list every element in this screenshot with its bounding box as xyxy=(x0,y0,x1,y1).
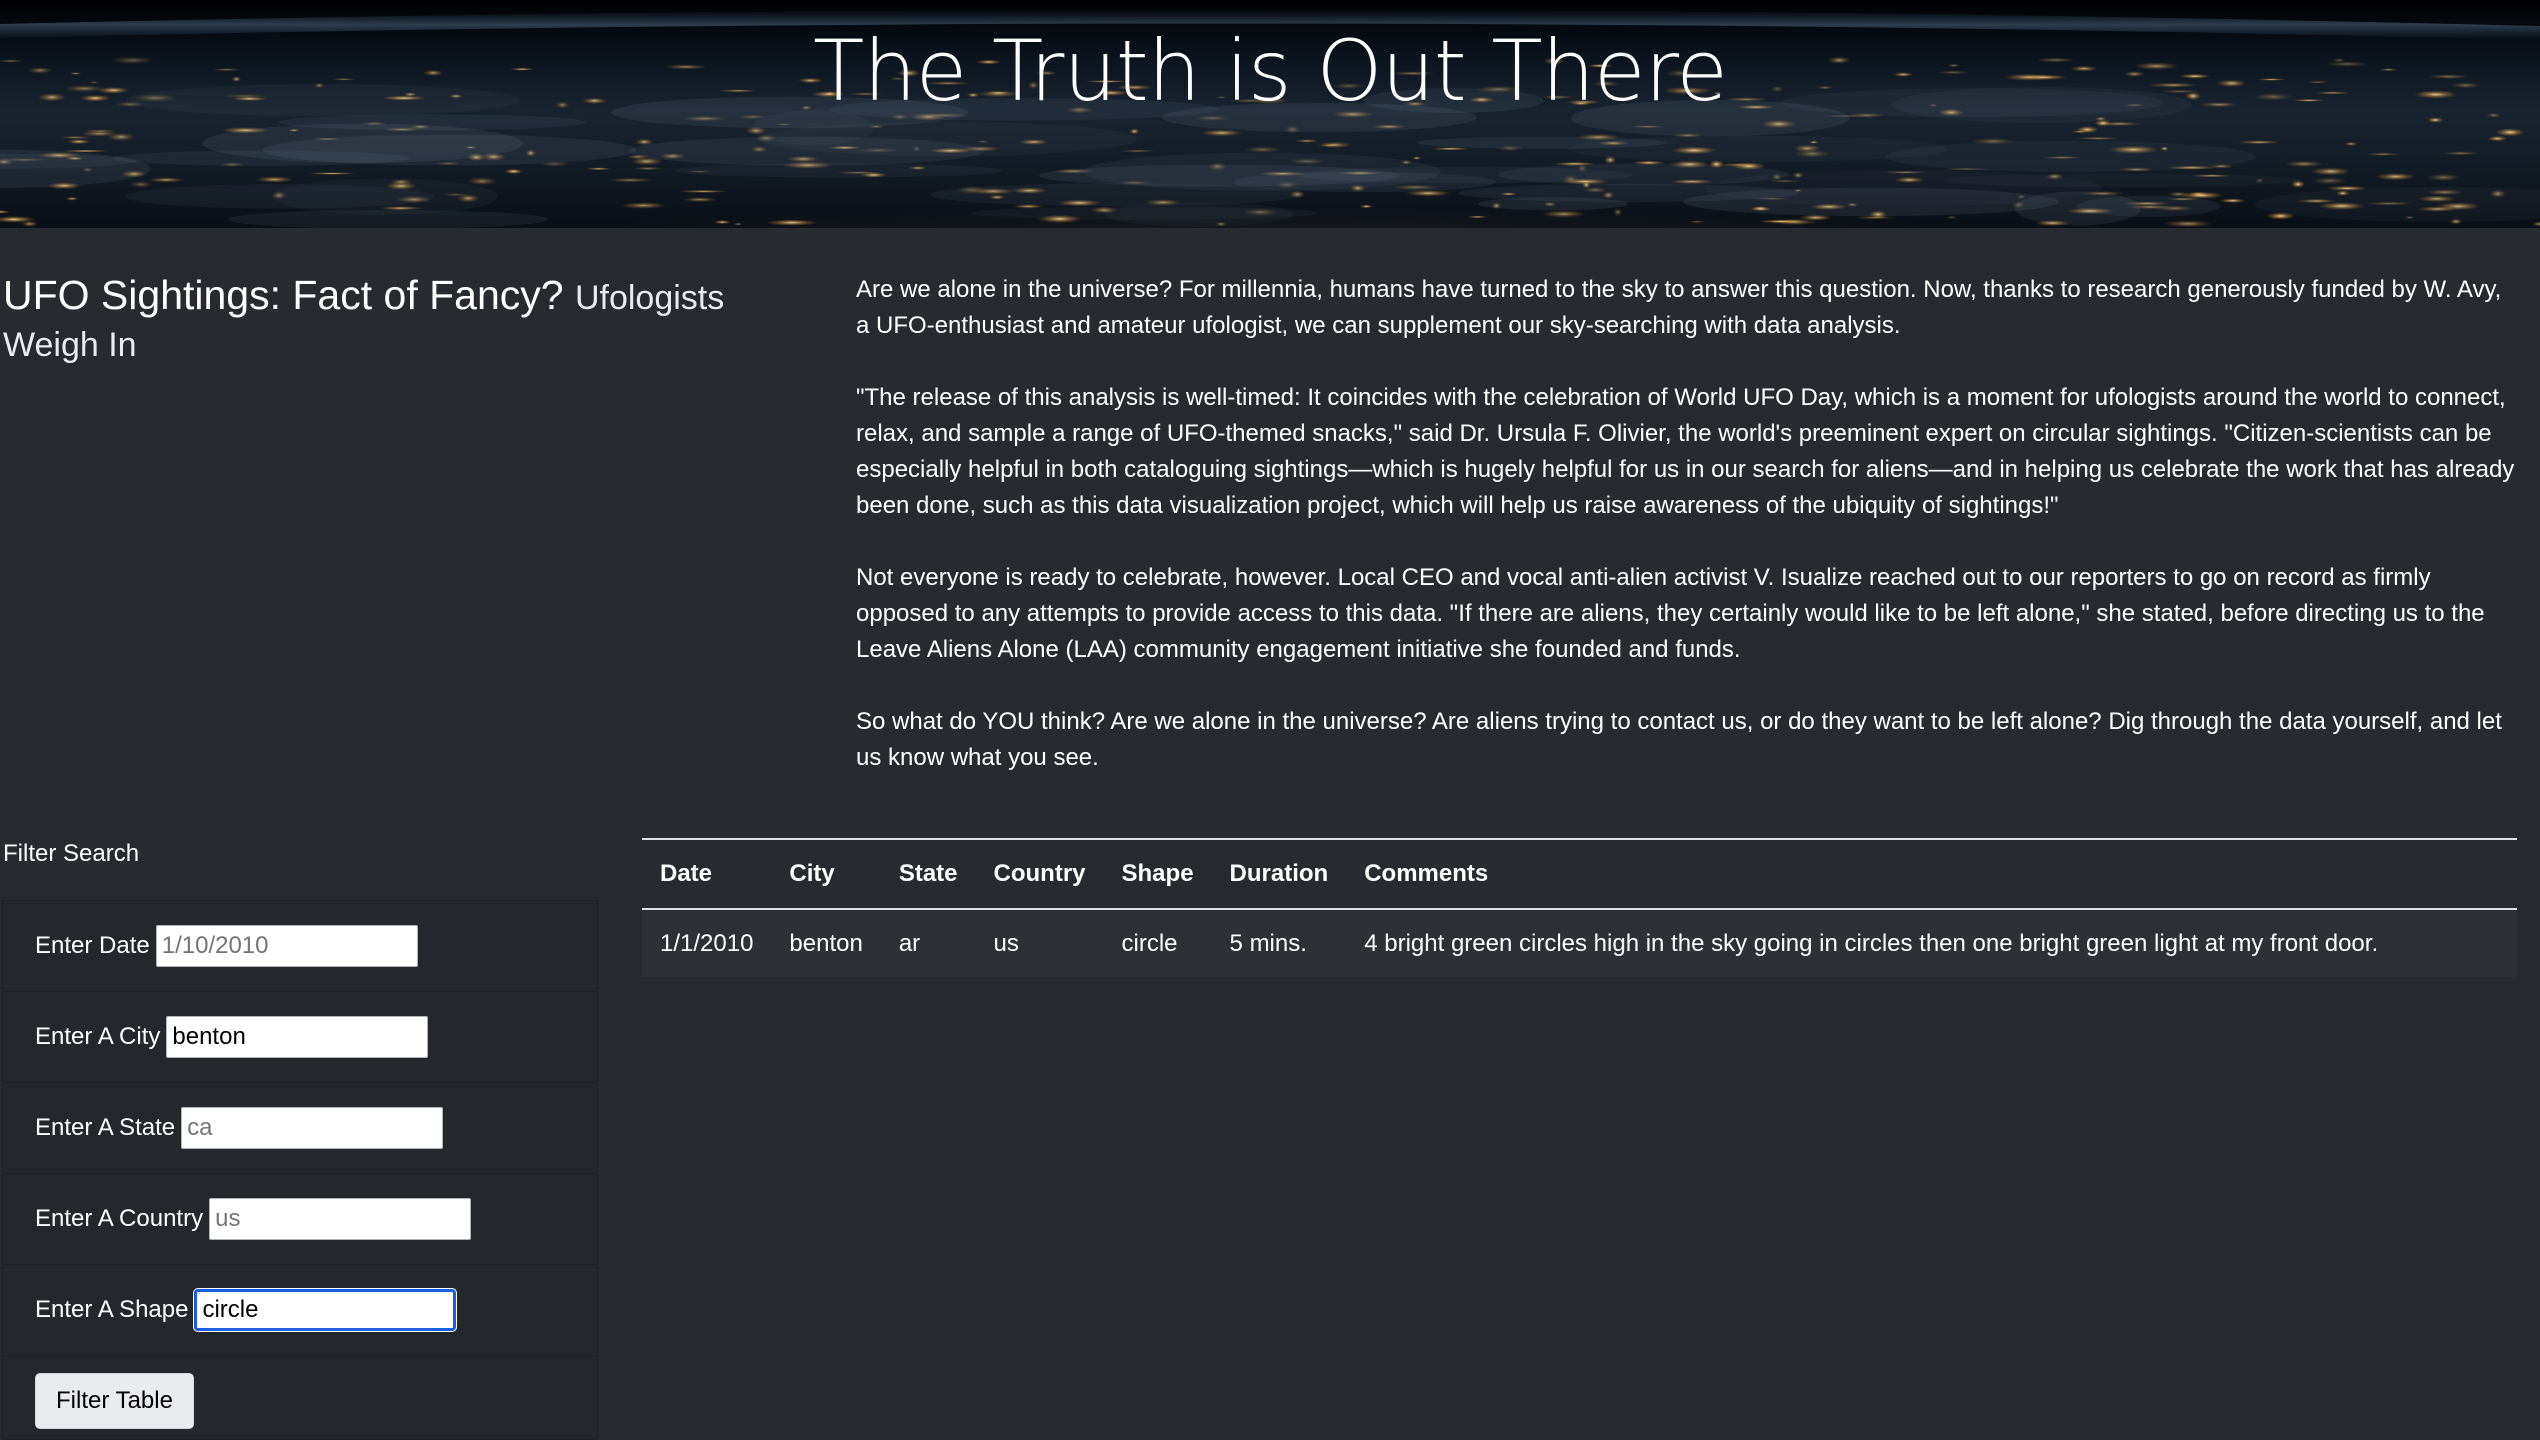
city-field-label: Enter A City xyxy=(35,1023,161,1050)
article-paragraph: Are we alone in the universe? For millen… xyxy=(856,276,2502,339)
shape-field-label: Enter A Shape xyxy=(35,1296,189,1323)
cell-duration: 5 mins. xyxy=(1211,909,1347,977)
column-header-comments: Comments xyxy=(1346,838,2517,910)
state-input[interactable] xyxy=(181,1107,444,1149)
country-field-label: Enter A Country xyxy=(35,1205,204,1232)
shape-input[interactable] xyxy=(194,1289,457,1331)
column-header-date: Date xyxy=(642,838,772,910)
ufo-table: Date City State Country Shape Duration C… xyxy=(642,838,2517,977)
page-title-main: UFO Sightings: Fact of Fancy? xyxy=(3,272,564,318)
country-input[interactable] xyxy=(209,1198,472,1240)
article-paragraph: Not everyone is ready to celebrate, howe… xyxy=(856,564,2485,663)
filter-list: Enter Date Enter A City Enter A State En… xyxy=(2,900,598,1440)
cell-comments: 4 bright green circles high in the sky g… xyxy=(1346,909,2517,977)
page-banner-title: The Truth is Out There xyxy=(813,22,1728,120)
cell-state: ar xyxy=(880,909,976,977)
filter-item-state: Enter A State xyxy=(3,1083,597,1174)
page-title: UFO Sightings: Fact of Fancy? Ufologists… xyxy=(3,273,763,367)
filter-item-country: Enter A Country xyxy=(3,1174,597,1265)
filter-item-city: Enter A City xyxy=(3,992,597,1083)
cell-shape: circle xyxy=(1103,909,1212,977)
column-header-state: State xyxy=(880,838,976,910)
filter-search-heading: Filter Search xyxy=(3,840,140,867)
article-paragraph: "The release of this analysis is well-ti… xyxy=(856,384,2515,519)
filter-item-shape: Enter A Shape xyxy=(3,1265,597,1356)
filter-button-row: Filter Table xyxy=(3,1356,597,1429)
column-header-country: Country xyxy=(975,838,1104,910)
city-input[interactable] xyxy=(166,1016,429,1058)
column-header-city: City xyxy=(771,838,881,910)
filter-table-button[interactable]: Filter Table xyxy=(35,1373,194,1429)
state-field-label: Enter A State xyxy=(35,1114,176,1141)
article-paragraph: So what do YOU think? Are we alone in th… xyxy=(856,708,2502,771)
hero-banner: The Truth is Out There xyxy=(0,0,2540,228)
table-header-row: Date City State Country Shape Duration C… xyxy=(642,838,2517,910)
cell-date: 1/1/2010 xyxy=(642,909,772,977)
column-header-duration: Duration xyxy=(1211,838,1347,910)
table-row: 1/1/2010 benton ar us circle 5 mins. 4 b… xyxy=(642,909,2517,977)
cell-country: us xyxy=(975,909,1104,977)
date-input[interactable] xyxy=(155,925,418,967)
column-header-shape: Shape xyxy=(1103,838,1212,910)
filter-item-date: Enter Date xyxy=(3,901,597,992)
cell-city: benton xyxy=(771,909,881,977)
article: Are we alone in the universe? For millen… xyxy=(856,272,2521,812)
date-field-label: Enter Date xyxy=(35,932,150,959)
